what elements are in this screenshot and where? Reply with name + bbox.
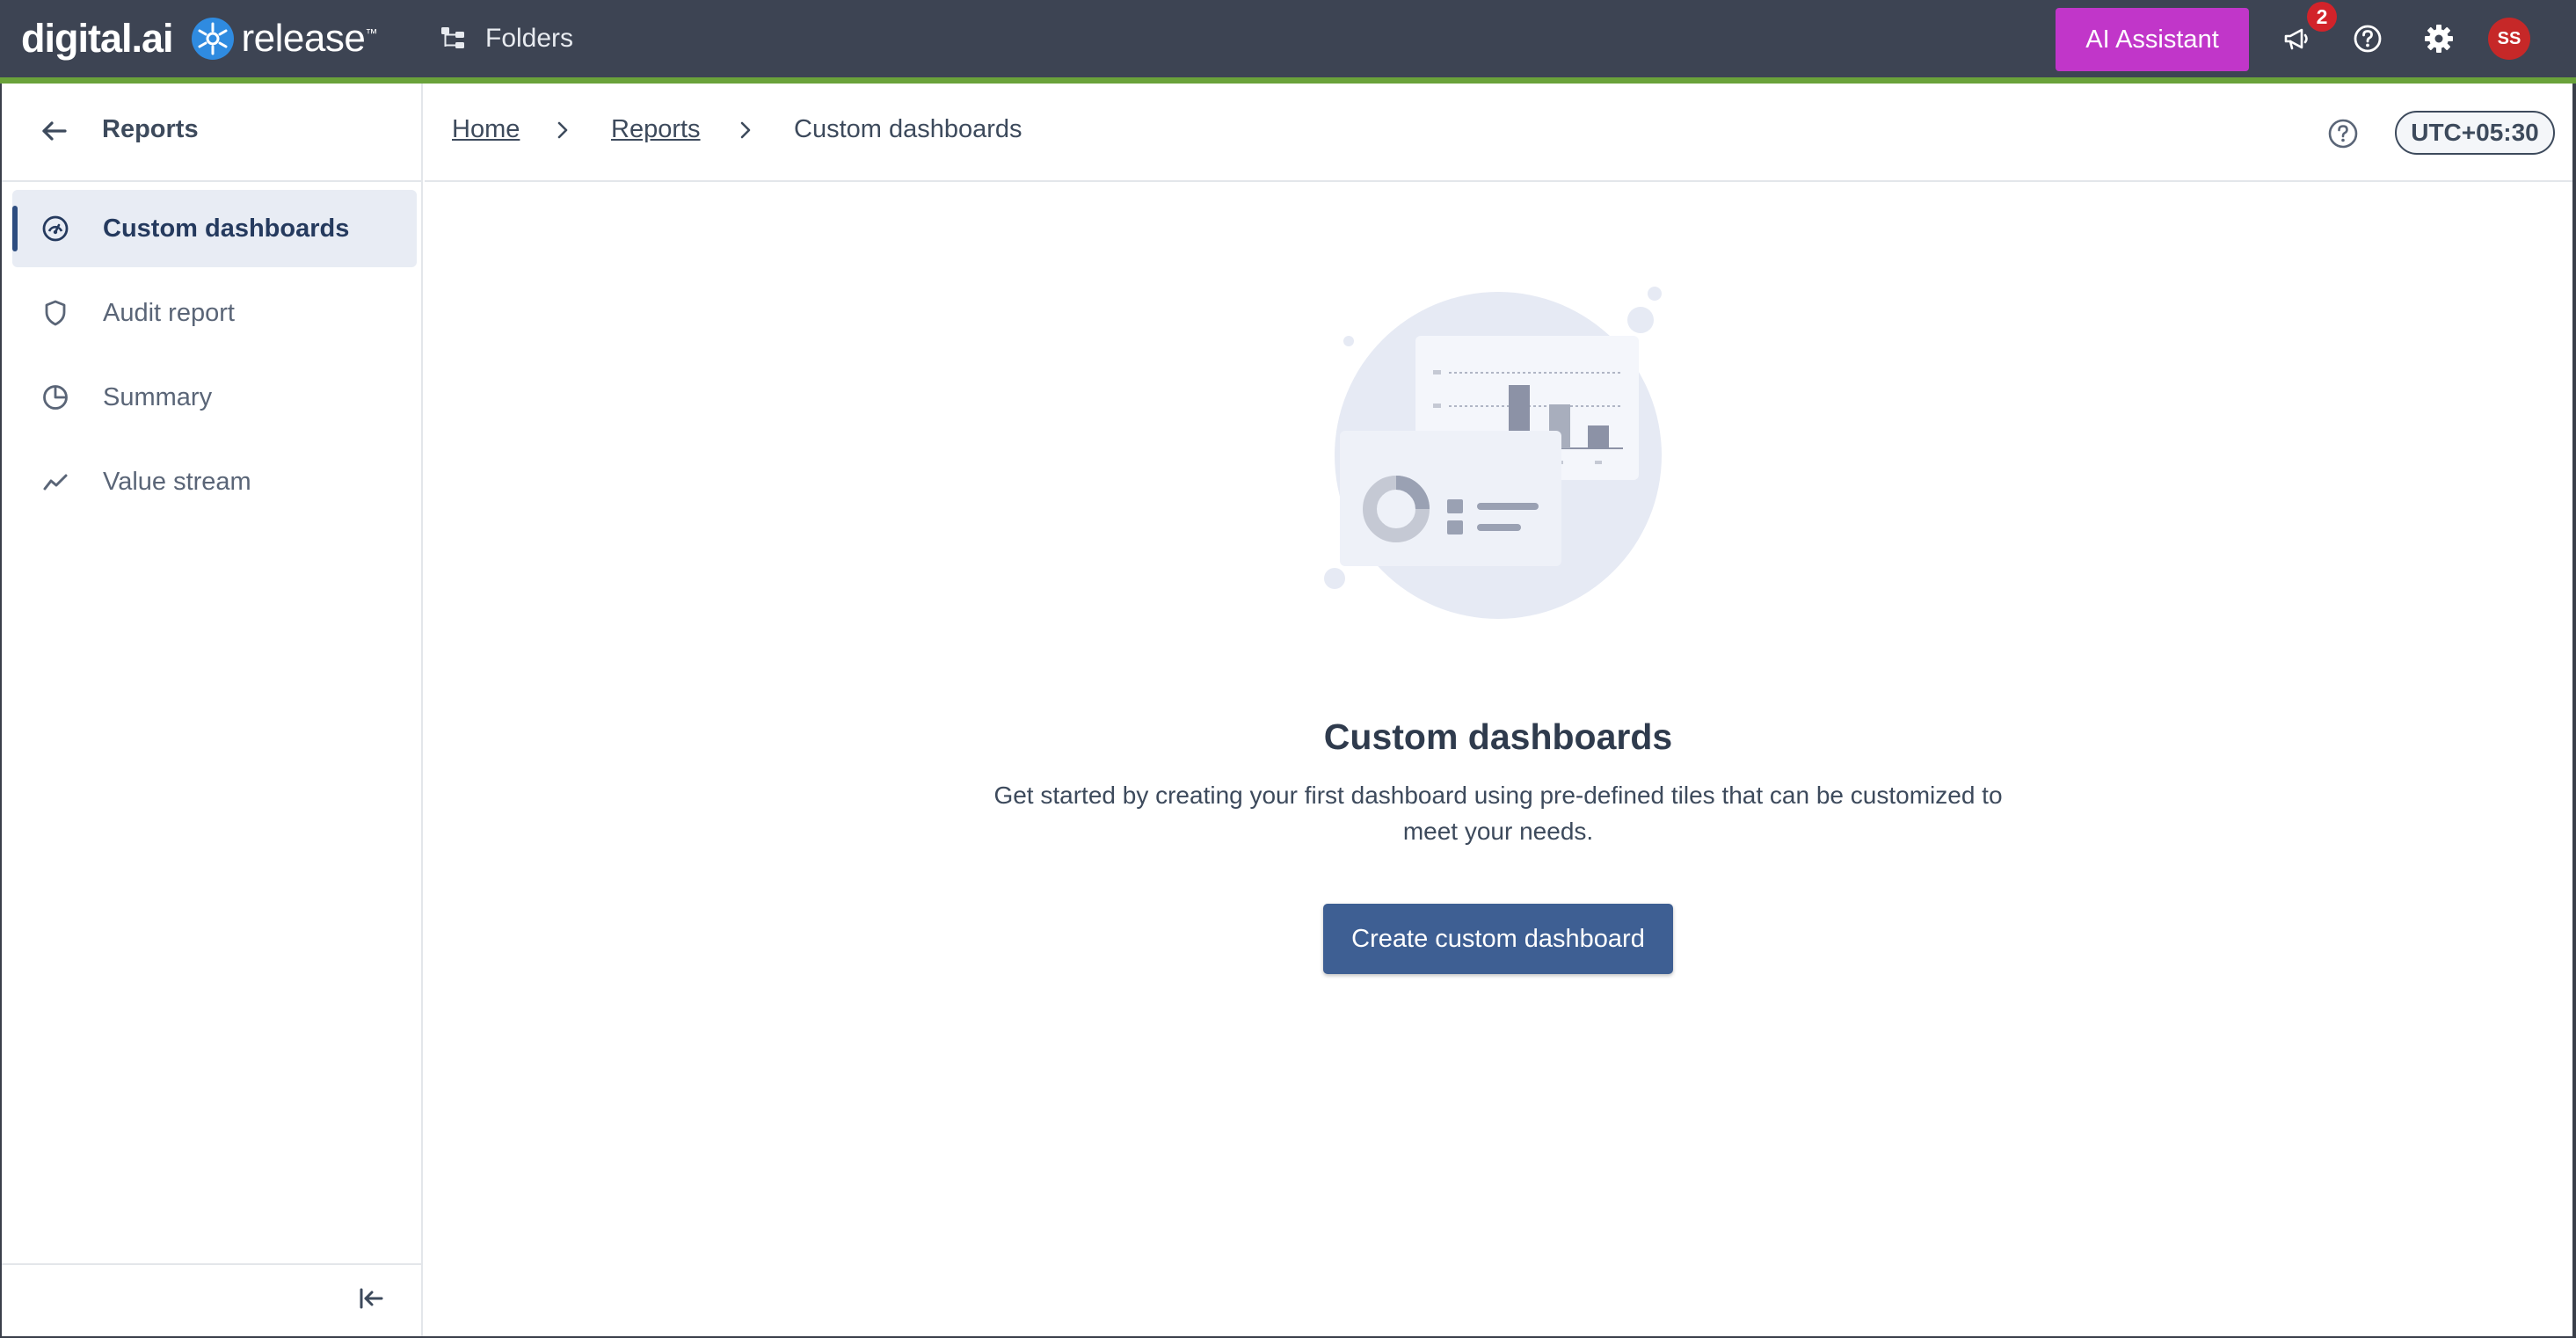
timezone-badge[interactable]: UTC+05:30 bbox=[2395, 111, 2555, 155]
create-custom-dashboard-button[interactable]: Create custom dashboard bbox=[1323, 904, 1673, 974]
release-wordmark: release™ bbox=[241, 17, 378, 60]
digital-ai-logo: digital.ai bbox=[21, 16, 174, 61]
pie-chart-icon bbox=[43, 385, 68, 410]
folders-icon bbox=[441, 27, 464, 48]
dashboard-illustration bbox=[1324, 287, 1662, 619]
topbar-accent-stripe bbox=[0, 77, 2576, 84]
megaphone-icon bbox=[2284, 28, 2308, 50]
sidebar-item-label: Audit report bbox=[103, 298, 235, 327]
empty-state-title: Custom dashboards bbox=[1323, 716, 1673, 757]
sidebar-item-label: Custom dashboards bbox=[103, 214, 350, 243]
sidebar-item-audit-report[interactable]: Audit report bbox=[12, 274, 417, 352]
page-help-icon[interactable] bbox=[2325, 116, 2361, 151]
breadcrumb-current: Custom dashboards bbox=[794, 115, 1022, 143]
user-avatar[interactable]: SS bbox=[2488, 18, 2530, 60]
help-icon bbox=[2354, 25, 2382, 53]
reports-sidebar: Reports Custom dashboards Audit report S… bbox=[0, 84, 423, 1338]
chevron-right-icon bbox=[557, 121, 568, 139]
empty-state-description: Get started by creating your first dashb… bbox=[993, 782, 2003, 845]
gear-icon bbox=[2425, 25, 2453, 53]
shield-icon bbox=[45, 300, 66, 326]
sidebar-item-label: Value stream bbox=[103, 467, 251, 496]
trend-line-icon bbox=[43, 474, 68, 491]
top-navigation-bar: digital.ai release™ Folders AI Assistant… bbox=[0, 0, 2576, 77]
folders-nav-link[interactable]: Folders bbox=[438, 18, 573, 60]
breadcrumb: Home Reports Custom dashboards bbox=[425, 84, 2576, 182]
sidebar-item-value-stream[interactable]: Value stream bbox=[12, 443, 417, 520]
sidebar-header: Reports bbox=[2, 84, 423, 182]
release-logo-icon bbox=[191, 17, 235, 61]
folders-label: Folders bbox=[485, 24, 574, 53]
breadcrumb-reports[interactable]: Reports bbox=[611, 115, 701, 144]
ai-assistant-button[interactable]: AI Assistant bbox=[2056, 8, 2249, 71]
sidebar-item-custom-dashboards[interactable]: Custom dashboards bbox=[12, 190, 417, 267]
sidebar-item-label: Summary bbox=[103, 382, 213, 411]
collapse-sidebar-icon[interactable] bbox=[353, 1281, 389, 1316]
window-frame-right bbox=[2572, 84, 2576, 1338]
breadcrumb-home[interactable]: Home bbox=[452, 115, 520, 144]
sidebar-title: Reports bbox=[102, 115, 199, 143]
gauge-icon bbox=[42, 215, 69, 242]
sidebar-footer-divider bbox=[2, 1263, 423, 1265]
help-button[interactable] bbox=[2347, 18, 2389, 60]
brand-logo[interactable]: digital.ai release™ bbox=[21, 9, 377, 69]
chevron-right-icon bbox=[740, 121, 751, 139]
notification-count-badge: 2 bbox=[2307, 2, 2337, 32]
sidebar-item-summary[interactable]: Summary bbox=[12, 359, 417, 436]
settings-button[interactable] bbox=[2418, 18, 2460, 60]
back-arrow-icon[interactable] bbox=[37, 113, 72, 149]
